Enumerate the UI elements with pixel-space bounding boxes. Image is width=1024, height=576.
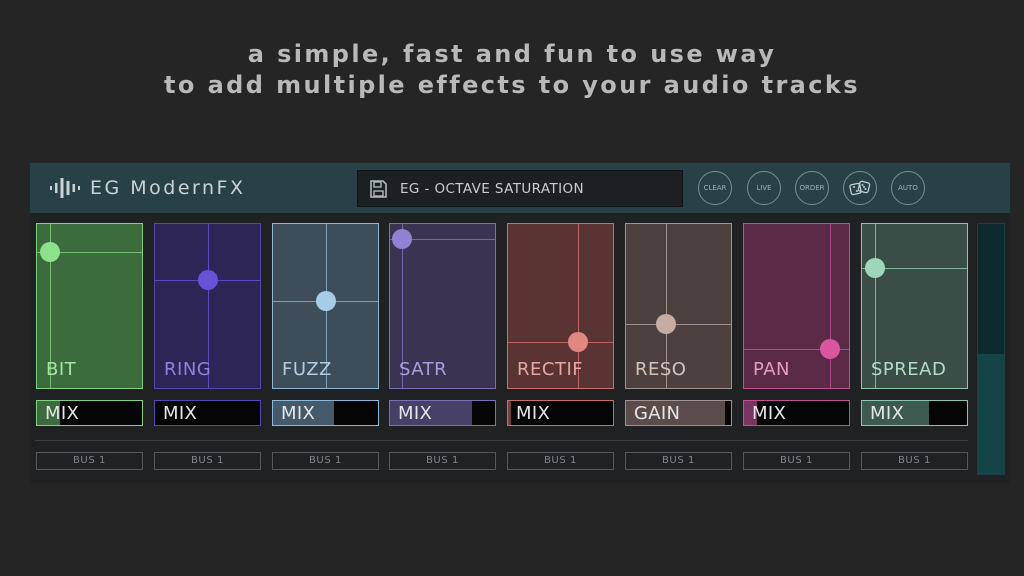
output-meter-level bbox=[978, 354, 1004, 474]
mix-slider-fill bbox=[508, 401, 512, 425]
output-meter bbox=[977, 223, 1005, 475]
xy-pad-pan[interactable]: PAN bbox=[743, 223, 850, 389]
pad-knob-satr[interactable] bbox=[391, 228, 412, 249]
tagline-line-1: a simple, fast and fun to use way bbox=[247, 40, 777, 68]
pad-crosshair-horizontal bbox=[626, 324, 731, 326]
pad-knob-reso[interactable] bbox=[655, 314, 676, 335]
bus-selector-ring[interactable]: BUS 1 bbox=[154, 452, 261, 470]
mix-slider-label: MIX bbox=[163, 403, 198, 424]
randomize-button[interactable] bbox=[843, 171, 877, 205]
mix-slider-label: MIX bbox=[45, 403, 80, 424]
effect-name-fuzz: FUZZ bbox=[282, 359, 332, 380]
auto-button[interactable]: AUTO bbox=[891, 171, 925, 205]
plugin-header: EG ModernFX EG - OCTAVE SATURATION CLEAR… bbox=[30, 163, 1010, 213]
mix-slider-label: MIX bbox=[398, 403, 433, 424]
preset-name: EG - OCTAVE SATURATION bbox=[400, 180, 585, 197]
effect-name-bit: BIT bbox=[46, 359, 77, 380]
order-button[interactable]: ORDER bbox=[795, 171, 829, 205]
plugin-window: EG ModernFX EG - OCTAVE SATURATION CLEAR… bbox=[30, 163, 1010, 483]
effect-name-satr: SATR bbox=[399, 359, 448, 380]
bus-selector-satr[interactable]: BUS 1 bbox=[389, 452, 496, 470]
xy-pad-ring[interactable]: RING bbox=[154, 223, 261, 389]
effect-name-rectif: RECTIF bbox=[517, 359, 584, 380]
tagline-line-2: to add multiple effects to your audio tr… bbox=[164, 71, 860, 99]
app-root: a simple, fast and fun to use way to add… bbox=[0, 0, 1024, 576]
mix-slider-label: MIX bbox=[516, 403, 551, 424]
logo: EG ModernFX bbox=[50, 176, 246, 200]
mix-slider-label: MIX bbox=[281, 403, 316, 424]
clear-button[interactable]: CLEAR bbox=[698, 171, 732, 205]
xy-pad-spread[interactable]: SPREAD bbox=[861, 223, 968, 389]
waveform-icon bbox=[50, 178, 80, 198]
live-button[interactable]: LIVE bbox=[747, 171, 781, 205]
bus-selector-spread[interactable]: BUS 1 bbox=[861, 452, 968, 470]
logo-text: EG ModernFX bbox=[90, 177, 246, 199]
effect-name-spread: SPREAD bbox=[871, 359, 947, 380]
bus-selector-reso[interactable]: BUS 1 bbox=[625, 452, 732, 470]
bus-selector-pan[interactable]: BUS 1 bbox=[743, 452, 850, 470]
bus-selector-bit[interactable]: BUS 1 bbox=[36, 452, 143, 470]
pad-knob-spread[interactable] bbox=[864, 258, 885, 279]
pad-knob-fuzz[interactable] bbox=[315, 291, 336, 312]
bus-selector-fuzz[interactable]: BUS 1 bbox=[272, 452, 379, 470]
mix-slider-label: MIX bbox=[870, 403, 905, 424]
mix-slider-ring[interactable]: MIX bbox=[154, 400, 261, 426]
effect-name-pan: PAN bbox=[753, 359, 790, 380]
mix-slider-rectif[interactable]: MIX bbox=[507, 400, 614, 426]
pad-knob-ring[interactable] bbox=[197, 269, 218, 290]
mix-slider-fuzz[interactable]: MIX bbox=[272, 400, 379, 426]
xy-pad-satr[interactable]: SATR bbox=[389, 223, 496, 389]
preset-selector[interactable]: EG - OCTAVE SATURATION bbox=[357, 170, 683, 207]
mix-slider-pan[interactable]: MIX bbox=[743, 400, 850, 426]
dice-icon bbox=[849, 180, 871, 196]
bus-selector-rectif[interactable]: BUS 1 bbox=[507, 452, 614, 470]
pad-crosshair-vertical bbox=[830, 224, 832, 388]
mix-slider-label: MIX bbox=[752, 403, 787, 424]
mix-slider-reso[interactable]: GAIN bbox=[625, 400, 732, 426]
section-divider bbox=[35, 440, 968, 441]
mix-slider-bit[interactable]: MIX bbox=[36, 400, 143, 426]
save-icon[interactable] bbox=[368, 179, 388, 199]
xy-pad-reso[interactable]: RESO bbox=[625, 223, 732, 389]
xy-pad-bit[interactable]: BIT bbox=[36, 223, 143, 389]
pad-knob-bit[interactable] bbox=[39, 241, 60, 262]
pad-knob-pan[interactable] bbox=[820, 338, 841, 359]
mix-slider-label: GAIN bbox=[634, 403, 681, 424]
mix-slider-satr[interactable]: MIX bbox=[389, 400, 496, 426]
effect-name-reso: RESO bbox=[635, 359, 687, 380]
pad-crosshair-horizontal bbox=[508, 342, 613, 344]
xy-pad-rectif[interactable]: RECTIF bbox=[507, 223, 614, 389]
effect-name-ring: RING bbox=[164, 359, 212, 380]
pad-knob-rectif[interactable] bbox=[568, 332, 589, 353]
mix-slider-spread[interactable]: MIX bbox=[861, 400, 968, 426]
xy-pad-fuzz[interactable]: FUZZ bbox=[272, 223, 379, 389]
